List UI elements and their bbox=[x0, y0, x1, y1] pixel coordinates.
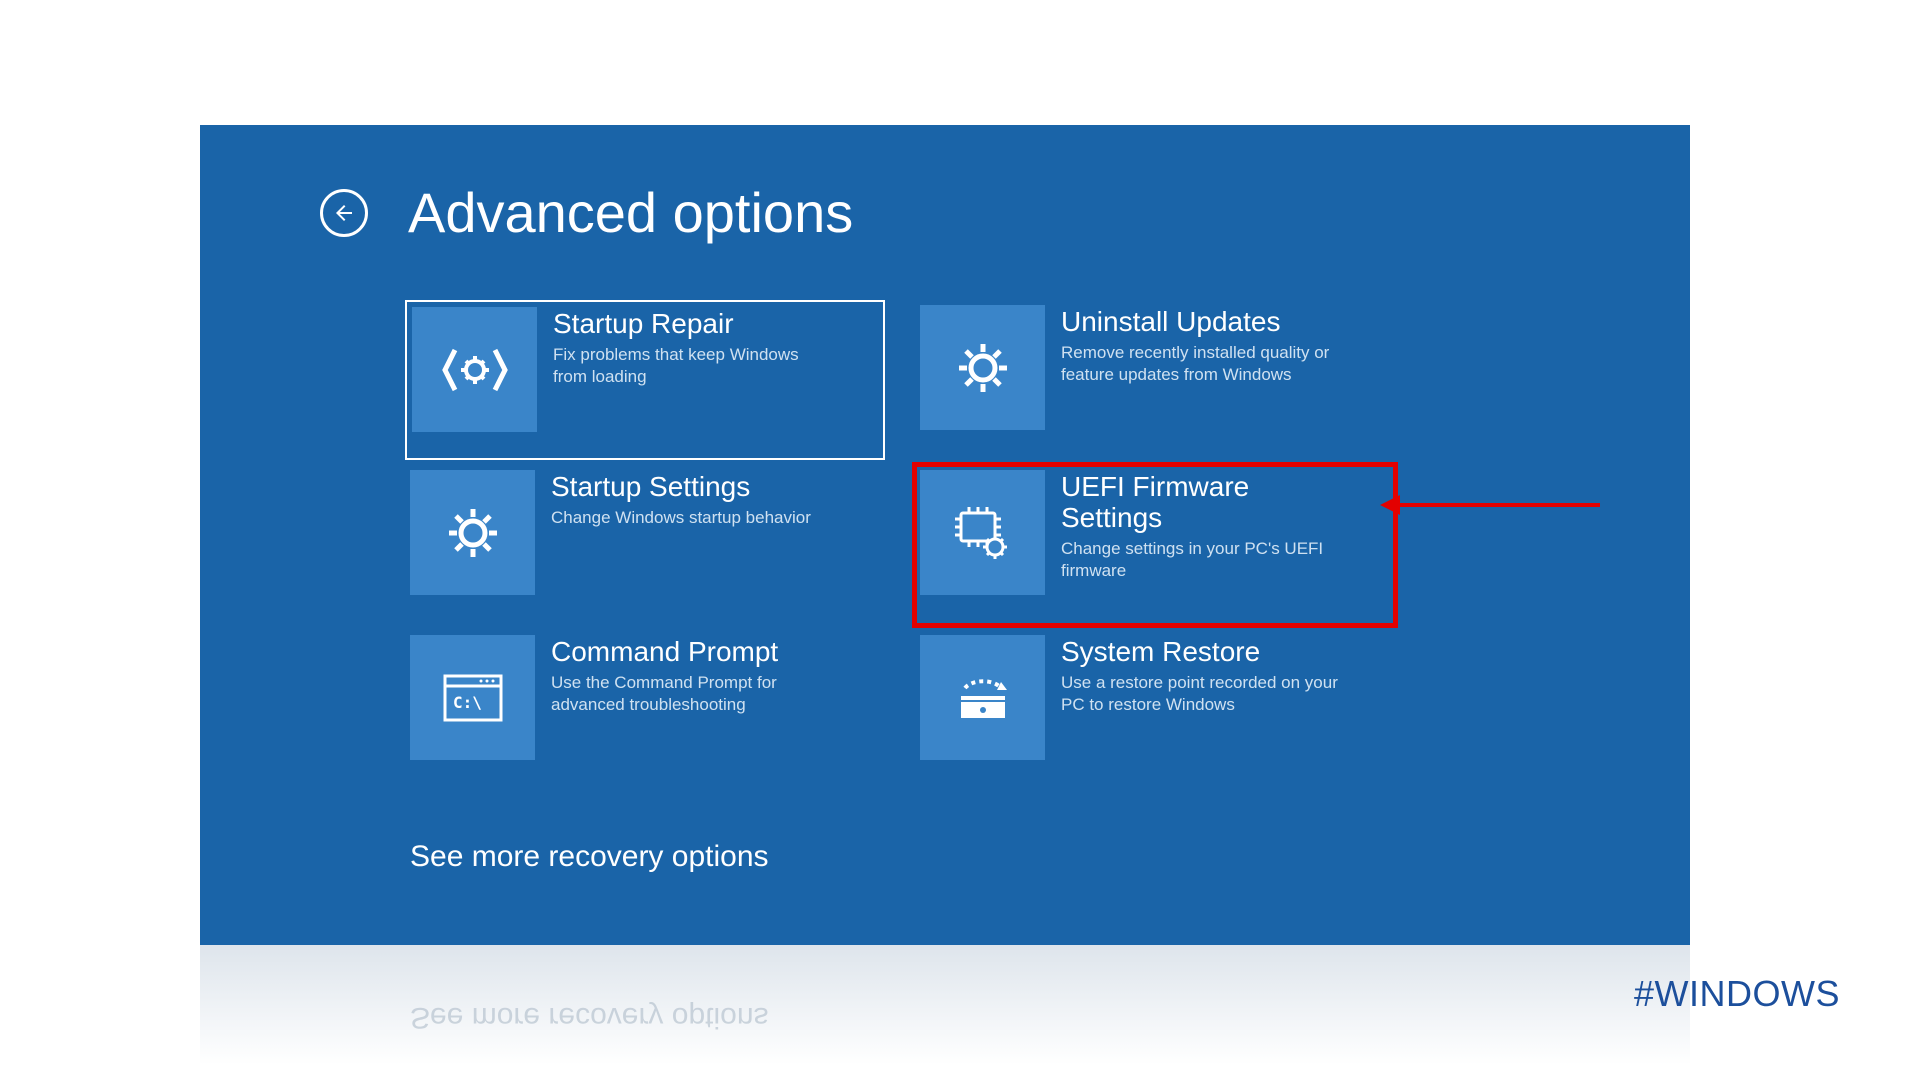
tile-text: Startup Settings Change Windows startup … bbox=[535, 470, 811, 529]
see-more-link[interactable]: See more recovery options bbox=[410, 840, 769, 874]
options-grid: Startup Repair Fix problems that keep Wi… bbox=[405, 300, 1395, 790]
tile-uefi-firmware[interactable]: UEFI Firmware Settings Change settings i… bbox=[915, 465, 1395, 625]
back-button[interactable] bbox=[320, 189, 368, 237]
tile-startup-repair[interactable]: Startup Repair Fix problems that keep Wi… bbox=[405, 300, 885, 460]
startup-repair-icon bbox=[412, 307, 537, 432]
tile-desc: Use the Command Prompt for advanced trou… bbox=[551, 672, 835, 716]
tile-system-restore[interactable]: System Restore Use a restore point recor… bbox=[915, 630, 1395, 790]
tile-text: Startup Repair Fix problems that keep Wi… bbox=[537, 307, 837, 388]
hashtag-label: #WINDOWS bbox=[1634, 973, 1840, 1015]
gear-icon bbox=[410, 470, 535, 595]
reflection-overlay: See more recovery options bbox=[200, 945, 1690, 1065]
tile-title: Startup Settings bbox=[551, 472, 811, 503]
annotation-arrow bbox=[1380, 495, 1600, 515]
tile-title: System Restore bbox=[1061, 637, 1345, 668]
arrow-left-icon bbox=[332, 201, 356, 225]
tile-desc: Use a restore point recorded on your PC … bbox=[1061, 672, 1345, 716]
reflection-text: See more recovery options bbox=[410, 1000, 769, 1034]
tile-text: UEFI Firmware Settings Change settings i… bbox=[1045, 470, 1345, 582]
arrow-line bbox=[1400, 503, 1600, 507]
tile-text: System Restore Use a restore point recor… bbox=[1045, 635, 1345, 716]
svg-text:C:\: C:\ bbox=[453, 693, 482, 712]
tile-title: Startup Repair bbox=[553, 309, 837, 340]
tile-startup-settings[interactable]: Startup Settings Change Windows startup … bbox=[405, 465, 885, 625]
tile-desc: Remove recently installed quality or fea… bbox=[1061, 342, 1345, 386]
gear-icon bbox=[920, 305, 1045, 430]
tile-title: UEFI Firmware Settings bbox=[1061, 472, 1345, 534]
tile-command-prompt[interactable]: C:\ Command Prompt Use the Command Promp… bbox=[405, 630, 885, 790]
tile-desc: Change Windows startup behavior bbox=[551, 507, 811, 529]
chip-gear-icon bbox=[920, 470, 1045, 595]
tile-title: Uninstall Updates bbox=[1061, 307, 1345, 338]
header: Advanced options bbox=[320, 180, 853, 245]
tile-desc: Fix problems that keep Windows from load… bbox=[553, 344, 837, 388]
arrow-head-icon bbox=[1380, 495, 1400, 515]
tile-text: Command Prompt Use the Command Prompt fo… bbox=[535, 635, 835, 716]
restore-icon bbox=[920, 635, 1045, 760]
tile-title: Command Prompt bbox=[551, 637, 835, 668]
tile-uninstall-updates[interactable]: Uninstall Updates Remove recently instal… bbox=[915, 300, 1395, 460]
recovery-screen: Advanced options Startup Repair Fix prob… bbox=[200, 125, 1690, 945]
terminal-icon: C:\ bbox=[410, 635, 535, 760]
page-title: Advanced options bbox=[408, 180, 853, 245]
tile-desc: Change settings in your PC's UEFI firmwa… bbox=[1061, 538, 1345, 582]
tile-text: Uninstall Updates Remove recently instal… bbox=[1045, 305, 1345, 386]
